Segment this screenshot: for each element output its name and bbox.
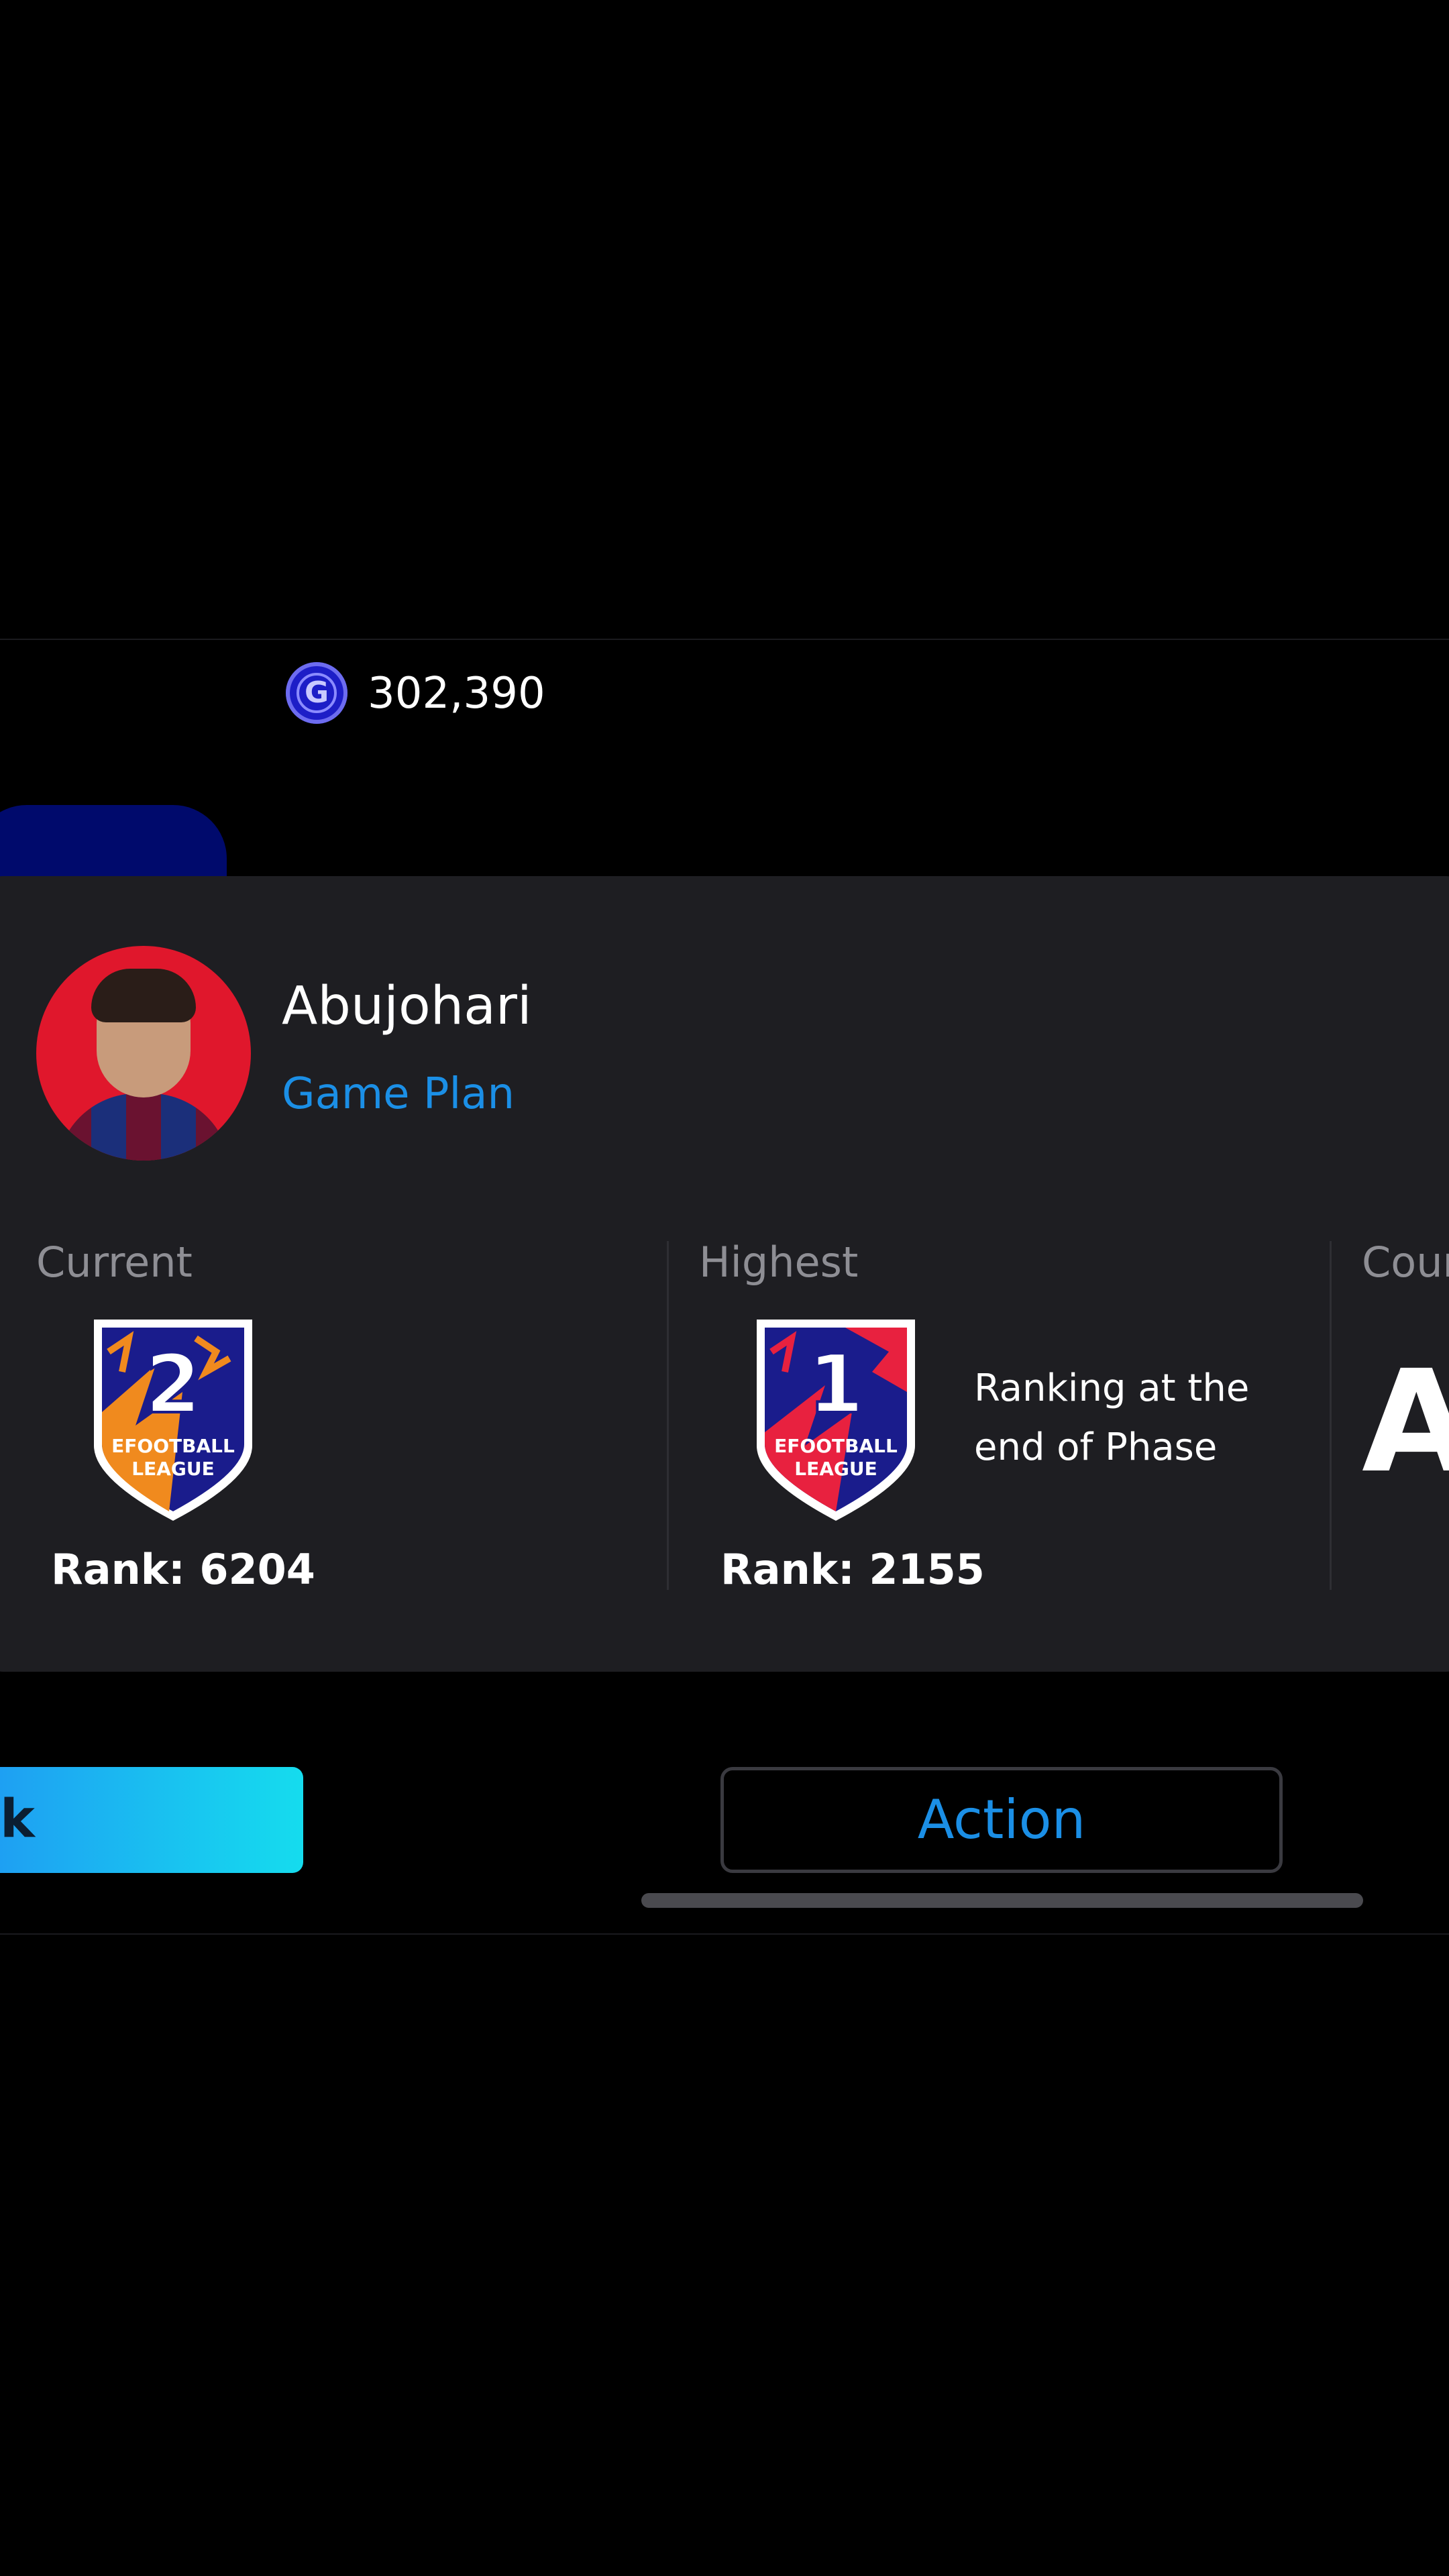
current-badge-text: EFOOTBALL: [111, 1435, 235, 1457]
top-divider: [0, 639, 1449, 640]
current-badge-text2: LEAGUE: [131, 1458, 214, 1480]
current-rank: Rank: 6204: [51, 1545, 315, 1594]
gp-coin-icon: G: [286, 662, 347, 724]
action-button[interactable]: Action: [720, 1767, 1283, 1873]
ranking-note: Ranking at the end of Phase: [974, 1366, 1250, 1469]
current-division-number: 2: [145, 1338, 201, 1432]
coin-symbol: G: [297, 673, 337, 713]
game-plan-link[interactable]: Game Plan: [282, 1064, 515, 1124]
currency-amount: 302,390: [368, 669, 545, 718]
player-name: Abujohari: [282, 976, 532, 1036]
third-column-label: Cour: [1362, 1238, 1449, 1287]
horizontal-scrollbar[interactable]: [641, 1893, 1363, 1908]
avatar-hair: [91, 969, 196, 1022]
column-divider-2: [1330, 1241, 1332, 1590]
highest-badge-text2: LEAGUE: [794, 1458, 877, 1480]
third-column-value: A: [1362, 1340, 1449, 1504]
column-divider: [667, 1241, 669, 1590]
highest-division-badge: 1 EFOOTBALL LEAGUE: [745, 1311, 927, 1526]
current-division-badge: 2 EFOOTBALL LEAGUE: [82, 1311, 264, 1526]
player-avatar[interactable]: [36, 946, 251, 1161]
avatar-shirt: [56, 1093, 231, 1161]
primary-button[interactable]: k: [0, 1767, 303, 1873]
highest-badge-text: EFOOTBALL: [774, 1435, 898, 1457]
primary-button-label: k: [0, 1789, 35, 1849]
highest-division-number: 1: [808, 1338, 864, 1432]
highest-rank: Rank: 2155: [720, 1545, 985, 1594]
bottom-divider: [0, 1933, 1449, 1935]
highest-label: Highest: [699, 1238, 859, 1287]
action-button-label: Action: [917, 1788, 1086, 1851]
current-label: Current: [36, 1238, 193, 1287]
